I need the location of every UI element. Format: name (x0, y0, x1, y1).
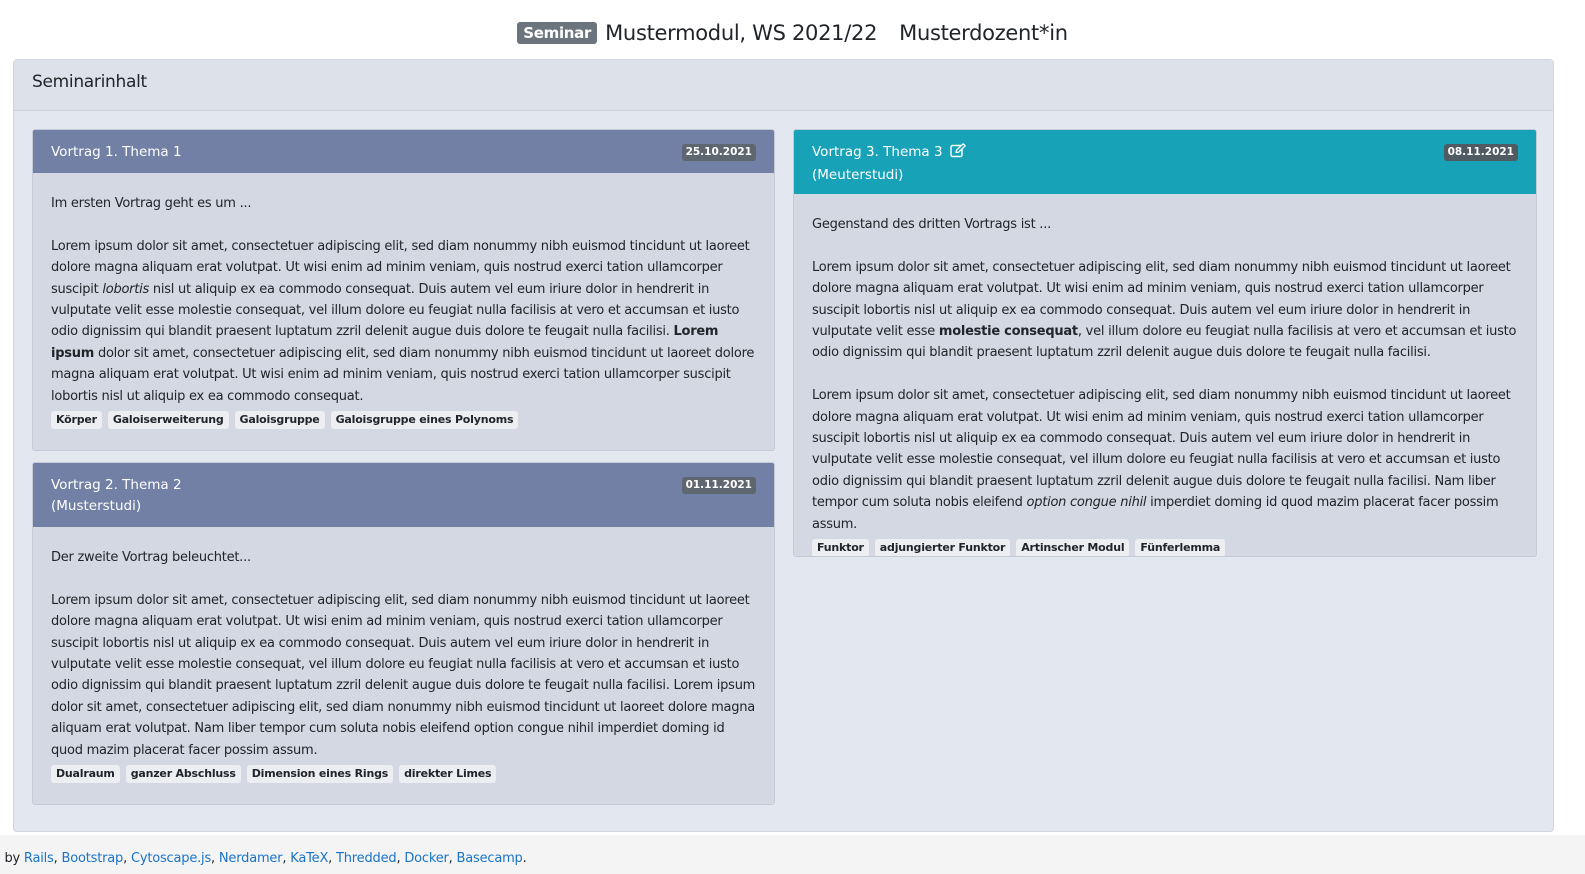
tag[interactable]: Galoisgruppe eines Polynoms (330, 411, 519, 430)
emphasis: option congue nihil (1026, 495, 1147, 511)
talk-text-3a: Lorem ipsum dolor sit amet, consectetuer… (812, 259, 1517, 361)
talk-text-2: Lorem ipsum dolor sit amet, consectetuer… (51, 592, 756, 758)
talk-body-2: Der zweite Vortrag beleuchtet... Lorem i… (33, 527, 774, 784)
footer-link-basecamp[interactable]: Basecamp (457, 851, 523, 866)
talk-intro-1: Im ersten Vortrag geht es um ... (51, 196, 252, 211)
talk-speaker-3: (Meuterstudi) (812, 167, 904, 183)
tag[interactable]: direkter Limes (399, 765, 497, 784)
talk-header-3[interactable]: Vortrag 3. Thema 3 (Meuterstudi) 08.11.2… (794, 130, 1536, 194)
footer-link-nerdamer[interactable]: Nerdamer (219, 851, 283, 866)
footer-link-bootstrap[interactable]: Bootstrap (62, 851, 124, 866)
talk-card-1: Vortrag 1. Thema 1 25.10.2021 Im ersten … (32, 129, 775, 451)
tag[interactable]: Artinscher Modul (1016, 539, 1130, 556)
talk-title-1[interactable]: Vortrag 1. Thema 1 (51, 144, 182, 160)
talk-header-2[interactable]: Vortrag 2. Thema 2 (Musterstudi) 01.11.2… (33, 463, 774, 527)
footer-link-thredded[interactable]: Thredded (336, 851, 397, 866)
talk-date-1: 25.10.2021 (681, 144, 756, 161)
footer-link-rails[interactable]: Rails (24, 851, 54, 866)
talk-body-3: Gegenstand des dritten Vortrags ist ... … (794, 194, 1536, 556)
talk-date-3: 08.11.2021 (1443, 144, 1518, 161)
talk-card-3: Vortrag 3. Thema 3 (Meuterstudi) 08.11.2… (793, 129, 1537, 557)
strong-text: molestie consequat (938, 324, 1078, 340)
tag[interactable]: Dualraum (51, 765, 120, 784)
footer-link-docker[interactable]: Docker (404, 851, 449, 866)
tag-list-2: Dualraum ganzer Abschluss Dimension eine… (51, 765, 756, 784)
talk-date-2: 01.11.2021 (681, 477, 756, 494)
seminar-content-header: Seminarinhalt (14, 60, 1553, 111)
footer-link-cytoscape[interactable]: Cytoscape.js (131, 851, 211, 866)
talk-card-2: Vortrag 2. Thema 2 (Musterstudi) 01.11.2… (32, 462, 775, 805)
tag[interactable]: Dimension eines Rings (246, 765, 394, 784)
tag-list-3: Funktor adjungierter Funktor Artinscher … (812, 539, 1518, 556)
tag[interactable]: adjungierter Funktor (874, 539, 1011, 556)
tag[interactable]: Funktor (812, 539, 869, 556)
talk-header-1[interactable]: Vortrag 1. Thema 1 25.10.2021 (33, 130, 774, 173)
teacher-name: Musterdozent*in (899, 21, 1068, 45)
tag[interactable]: ganzer Abschluss (125, 765, 241, 784)
talk-text-1: Lorem ipsum dolor sit amet, consectetuer… (51, 238, 755, 404)
footer-credits: ered by Rails, Bootstrap, Cytoscape.js, … (0, 851, 527, 866)
tag-list-1: Körper Galoiserweiterung Galoisgruppe Ga… (51, 411, 756, 430)
seminar-content-card: Seminarinhalt Vortrag 1. Thema 1 25.10.2… (13, 59, 1554, 832)
talk-text-3b: Lorem ipsum dolor sit amet, consectetuer… (812, 388, 1511, 532)
seminar-badge: Seminar (517, 22, 598, 44)
talk-intro-3: Gegenstand des dritten Vortrags ist ... (812, 217, 1051, 232)
tag[interactable]: Fünferlemma (1135, 539, 1226, 556)
tag[interactable]: Galoisgruppe (234, 411, 325, 430)
tag[interactable]: Galoiserweiterung (107, 411, 229, 430)
talk-title-3[interactable]: Vortrag 3. Thema 3 (812, 144, 943, 160)
tag[interactable]: Körper (51, 411, 102, 430)
talk-speaker-2: (Musterstudi) (51, 498, 142, 514)
talk-intro-2: Der zweite Vortrag beleuchtet... (51, 550, 251, 565)
footer-link-katex[interactable]: KaTeX (290, 851, 328, 866)
footer: ered by Rails, Bootstrap, Cytoscape.js, … (0, 835, 1585, 874)
talk-body-1: Im ersten Vortrag geht es um ... Lorem i… (33, 173, 774, 430)
emphasis: lobortis (102, 281, 149, 297)
course-title: Mustermodul, WS 2021/22 (605, 21, 878, 45)
edit-icon[interactable] (950, 143, 966, 165)
page-title: Seminar Mustermodul, WS 2021/22 Musterdo… (0, 15, 1585, 51)
talk-title-2[interactable]: Vortrag 2. Thema 2 (51, 477, 182, 493)
